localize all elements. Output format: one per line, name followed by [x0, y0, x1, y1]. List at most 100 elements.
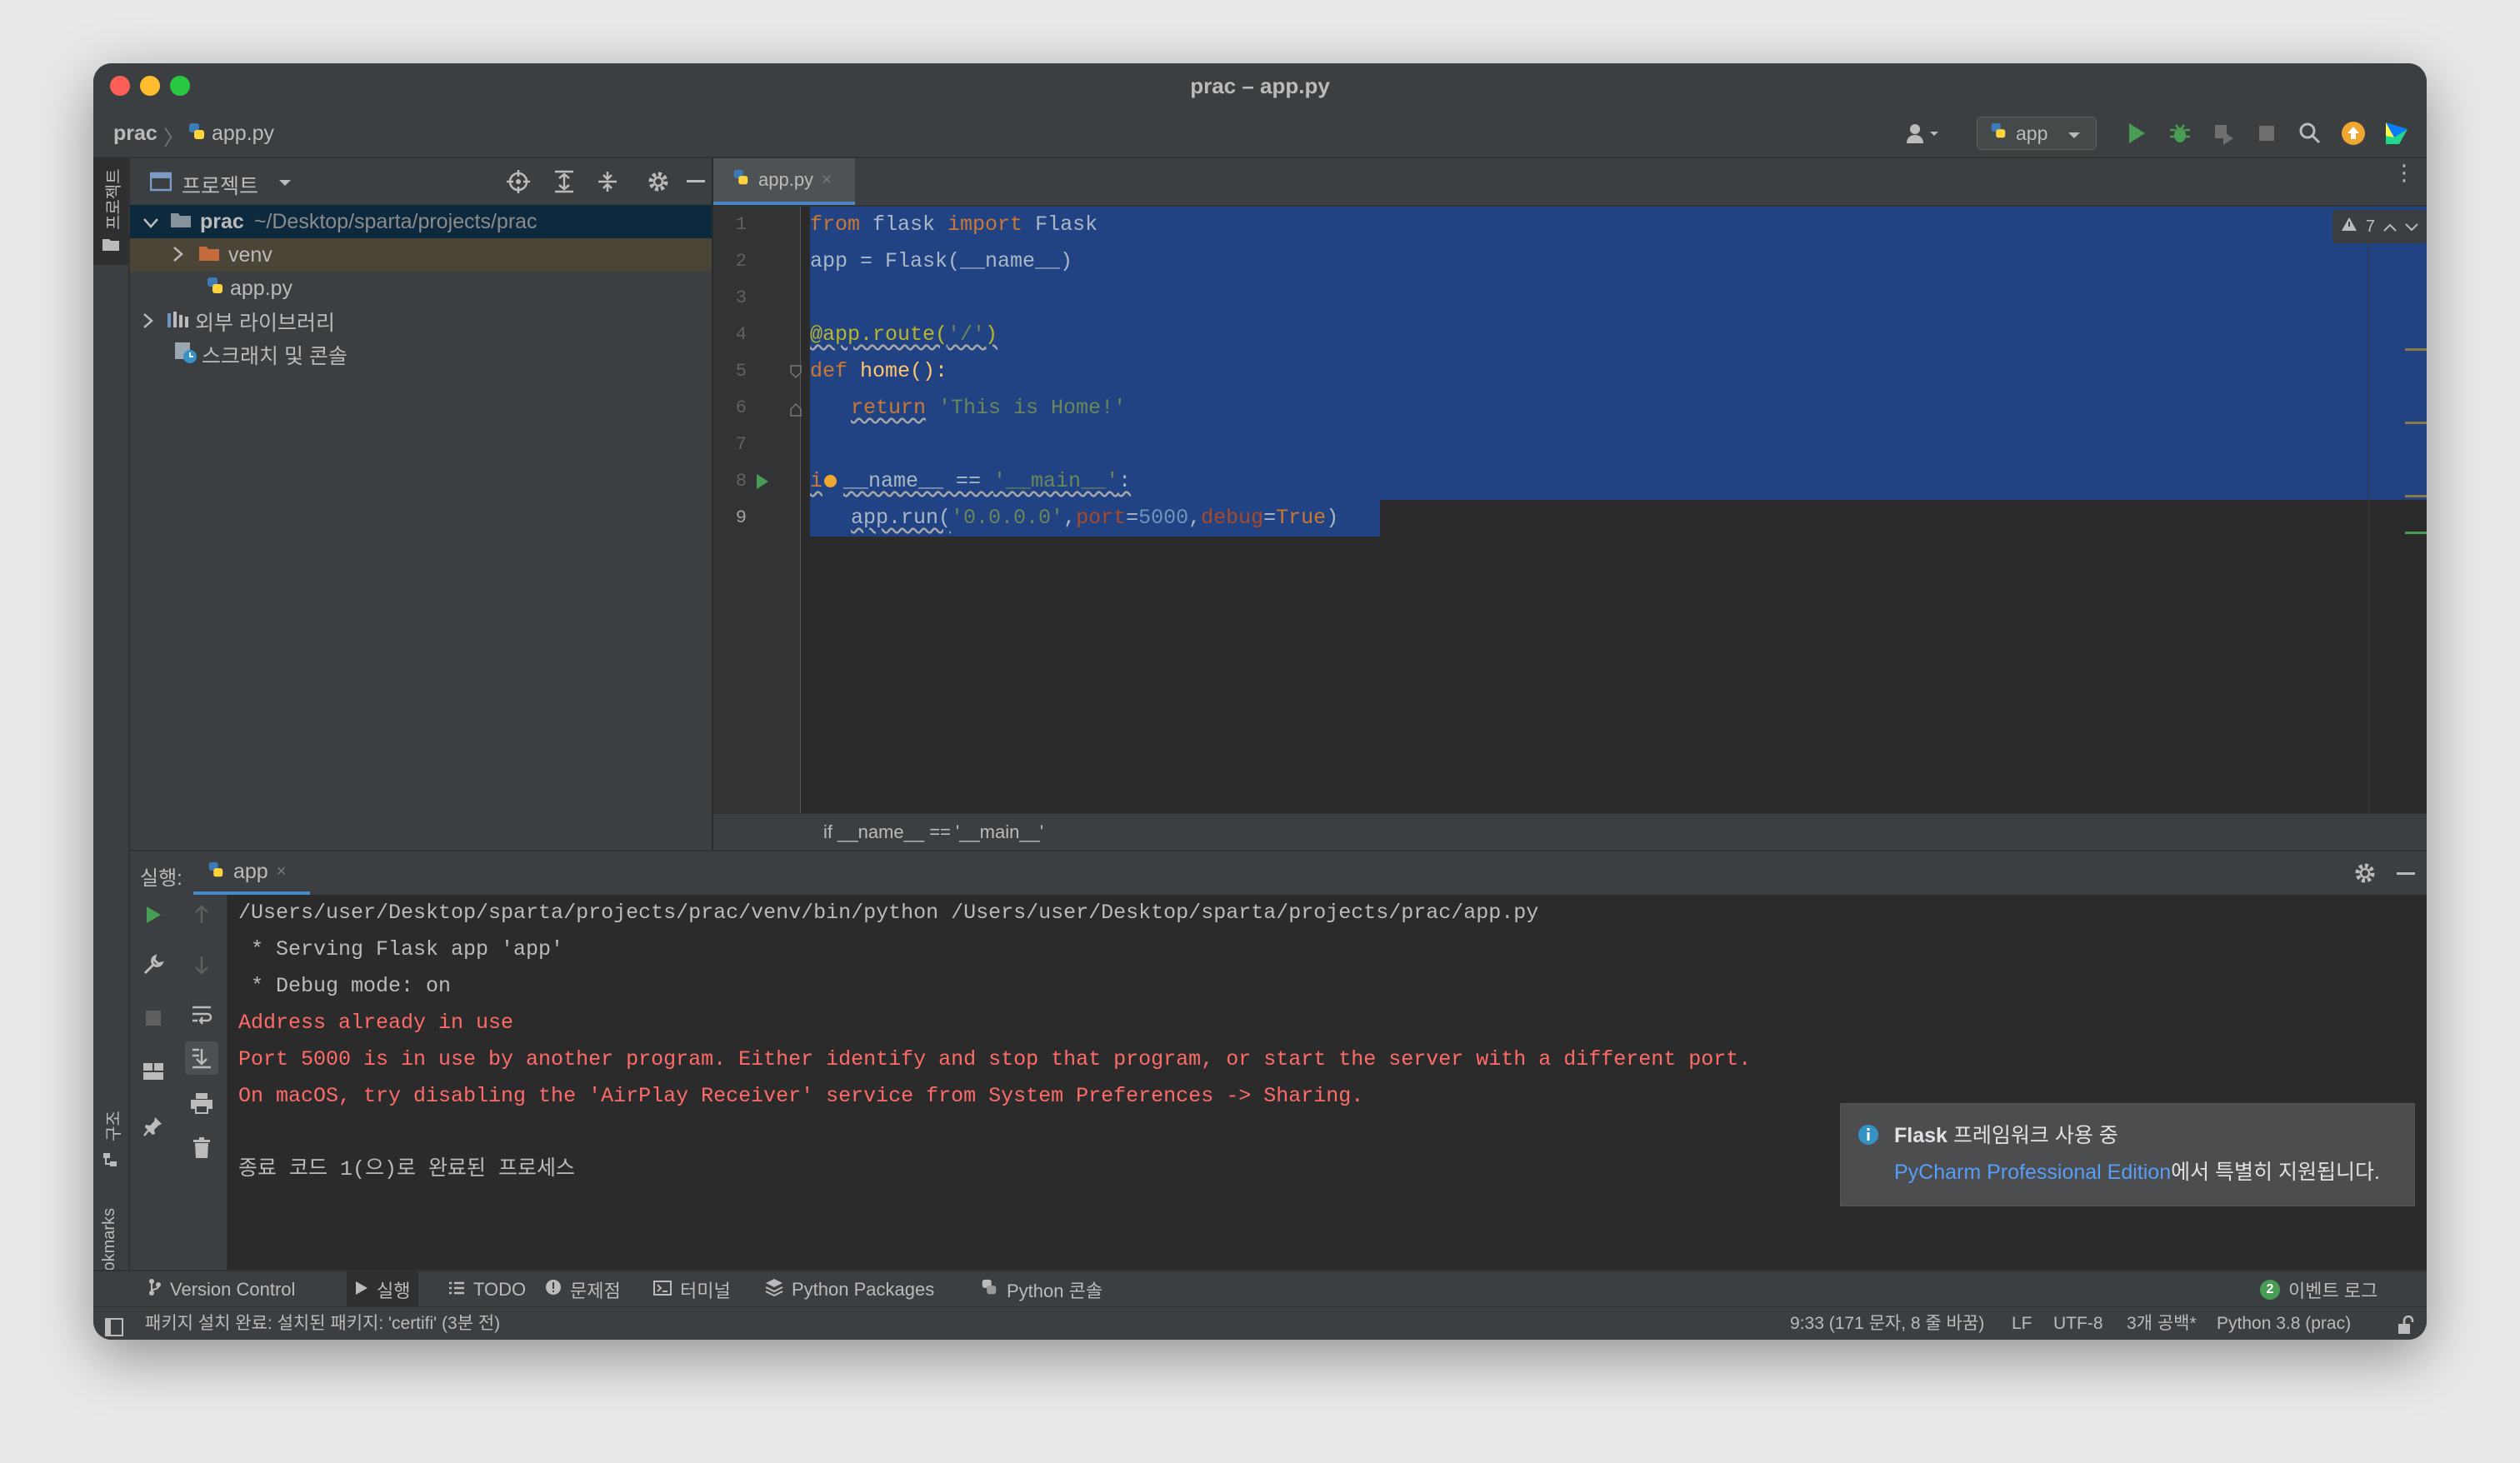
tab-event-log[interactable]: 2 이벤트 로그 — [2260, 1271, 2378, 1308]
tree-item-app-py[interactable]: app.py — [130, 272, 712, 305]
gear-icon[interactable] — [2353, 861, 2377, 889]
wrench-icon[interactable] — [137, 948, 170, 981]
layout-icon[interactable] — [137, 1055, 170, 1088]
intention-bulb-icon[interactable] — [824, 474, 838, 487]
fold-icon[interactable] — [790, 365, 802, 382]
stop-icon[interactable] — [137, 1001, 170, 1035]
structure-tool-label: 구조 — [105, 1111, 123, 1141]
close-icon[interactable]: × — [822, 171, 832, 190]
search-everywhere-icon[interactable] — [2293, 118, 2327, 148]
breadcrumb-file[interactable]: app.py — [212, 122, 274, 146]
scroll-marker[interactable] — [2405, 422, 2427, 424]
python-file-icon — [187, 122, 207, 147]
rerun-icon[interactable] — [137, 898, 170, 931]
chevron-right-icon[interactable] — [143, 310, 153, 334]
warnings-count: 7 — [2365, 217, 2375, 236]
tab-run[interactable]: 실행 — [347, 1271, 419, 1308]
line-number: 5 — [735, 361, 747, 382]
hide-panel-icon[interactable] — [687, 180, 705, 182]
soft-wrap-icon[interactable] — [185, 998, 218, 1031]
stop-icon[interactable] — [2250, 118, 2283, 148]
next-highlight-icon[interactable] — [2405, 217, 2418, 237]
tab-python-packages[interactable]: Python Packages — [765, 1271, 934, 1308]
hide-panel-icon[interactable] — [2397, 872, 2415, 875]
tab-terminal[interactable]: 터미널 — [653, 1271, 731, 1308]
tree-item-external-libraries[interactable]: 외부 라이브러리 — [130, 305, 712, 338]
print-icon[interactable] — [185, 1086, 218, 1120]
expand-all-icon[interactable] — [553, 170, 575, 197]
layers-icon — [765, 1278, 783, 1301]
terminal-icon — [653, 1279, 672, 1301]
scroll-marker[interactable] — [2405, 532, 2427, 534]
pin-tab-icon[interactable] — [137, 1110, 170, 1143]
file-encoding[interactable]: UTF-8 — [2053, 1307, 2103, 1340]
tab-label: Version Control — [170, 1279, 296, 1300]
python-icon — [207, 861, 225, 883]
ide-window: prac – app.py prac 〉 app.py app 프로젝트 구조 … — [93, 63, 2427, 1340]
previous-highlight-icon[interactable] — [2383, 217, 2397, 237]
status-message[interactable]: 패키지 설치 완료: 설치된 패키지: 'certifi' (3분 전) — [145, 1307, 500, 1340]
fold-icon[interactable] — [790, 402, 802, 421]
project-tool-label: 프로젝트 — [105, 168, 123, 230]
run-tab-app[interactable]: app × — [193, 851, 310, 895]
structure-tool-button[interactable]: 구조 — [93, 1091, 128, 1183]
select-opened-file-icon[interactable] — [507, 170, 530, 197]
tree-item-label: 외부 라이브러리 — [195, 312, 335, 335]
debug-icon[interactable] — [2163, 118, 2197, 148]
navigation-bar: prac 〉 app.py app — [93, 110, 2427, 158]
tab-version-control[interactable]: Version Control — [148, 1271, 295, 1308]
caret-position[interactable]: 9:33 (171 문자, 8 줄 바꿈) — [1790, 1307, 1984, 1340]
console-error-line: On macOS, try disabling the 'AirPlay Rec… — [238, 1084, 1364, 1108]
info-icon — [1858, 1124, 1879, 1150]
notification-link[interactable]: PyCharm Professional Edition — [1894, 1161, 2171, 1184]
run-toolbar — [130, 895, 228, 1271]
user-account-icon[interactable] — [1900, 118, 1947, 148]
toggle-tool-windows-icon[interactable] — [105, 1315, 123, 1336]
tree-item-scratches[interactable]: 스크래치 및 콘솔 — [130, 338, 712, 372]
chevron-right-icon[interactable] — [173, 243, 183, 267]
notification-balloon[interactable]: Flask 프레임워크 사용 중 PyCharm Professional Ed… — [1840, 1103, 2415, 1206]
project-view-title[interactable]: 프로젝트 — [182, 170, 258, 200]
tab-label: 터미널 — [680, 1281, 731, 1301]
close-icon[interactable]: × — [277, 862, 287, 881]
python-interpreter[interactable]: Python 3.8 (prac) — [2217, 1307, 2351, 1340]
run-gutter-icon[interactable] — [755, 473, 770, 494]
code-area[interactable]: from flask import Flask app = Flask(__na… — [810, 207, 2427, 813]
scroll-to-end-icon[interactable] — [185, 1041, 218, 1075]
line-number: 8 — [735, 471, 747, 492]
scroll-marker[interactable] — [2405, 348, 2427, 351]
tab-app-py[interactable]: app.py × — [713, 158, 855, 205]
editor-breadcrumb[interactable]: if __name__ == '__main__' — [823, 821, 1043, 842]
tree-item-venv[interactable]: venv — [130, 238, 712, 272]
gear-icon[interactable] — [647, 170, 670, 197]
ide-update-icon[interactable] — [2337, 118, 2370, 148]
tool-window-bar: Version Control 실행 TODO 문제점 터미널 Python P… — [93, 1270, 2427, 1308]
down-stack-icon[interactable] — [185, 948, 218, 981]
tab-todo[interactable]: TODO — [448, 1271, 526, 1308]
up-stack-icon[interactable] — [185, 898, 218, 931]
tree-item-label: prac — [200, 209, 244, 233]
chevron-down-icon[interactable] — [143, 210, 158, 234]
project-tool-button[interactable]: 프로젝트 — [93, 158, 128, 265]
tab-python-console[interactable]: Python 콘솔 — [980, 1271, 1102, 1308]
python-icon — [1989, 122, 2008, 145]
indent-setting[interactable]: 3개 공백* — [2127, 1307, 2197, 1340]
collapse-all-icon[interactable] — [597, 170, 618, 197]
run-configuration-select[interactable]: app — [1977, 117, 2097, 150]
run-icon[interactable] — [2120, 118, 2153, 148]
status-bar: 패키지 설치 완료: 설치된 패키지: 'certifi' (3분 전) 9:3… — [93, 1306, 2427, 1340]
scroll-marker[interactable] — [2405, 495, 2427, 497]
inspection-widget[interactable]: 7 — [2332, 210, 2427, 243]
line-separator[interactable]: LF — [2012, 1307, 2032, 1340]
run-with-coverage-icon[interactable] — [2207, 118, 2240, 148]
lock-icon[interactable] — [2397, 1314, 2415, 1334]
jetbrains-logo-icon[interactable] — [2380, 118, 2413, 148]
tree-item-project-root[interactable]: prac ~/Desktop/sparta/projects/prac — [130, 205, 712, 238]
left-tool-window-stripe: 프로젝트 구조 Bookmarks — [93, 158, 130, 1319]
more-options-icon[interactable]: ⋮ — [2393, 162, 2415, 183]
chevron-down-icon[interactable] — [278, 177, 292, 192]
tab-problems[interactable]: 문제점 — [545, 1271, 621, 1308]
trash-icon[interactable] — [185, 1131, 218, 1165]
breadcrumb-project[interactable]: prac — [113, 122, 158, 146]
branch-icon — [148, 1278, 162, 1301]
